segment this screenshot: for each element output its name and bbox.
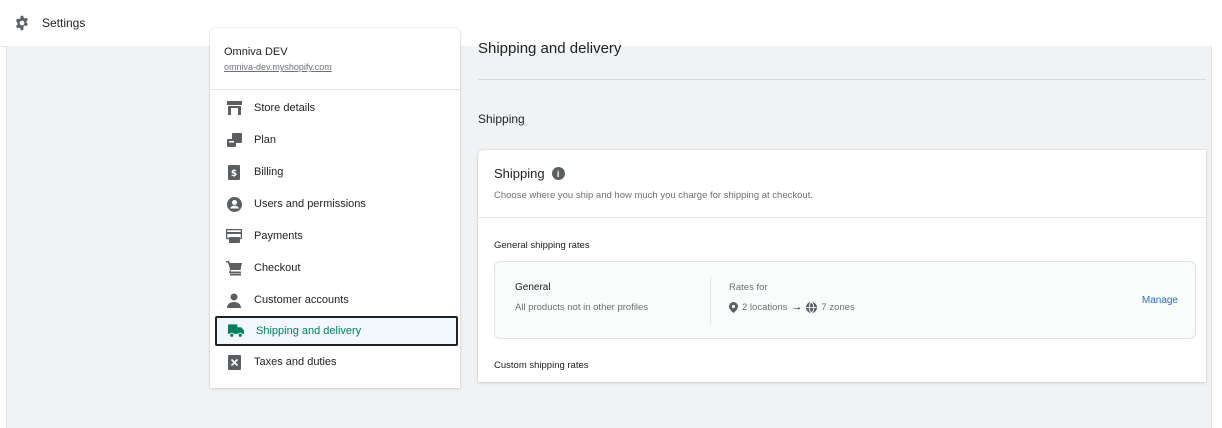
sidebar-item-billing[interactable]: $ Billing xyxy=(210,156,460,188)
store-icon xyxy=(226,100,242,116)
person-icon xyxy=(226,292,242,308)
tax-icon xyxy=(226,354,242,370)
general-rates-title: General shipping rates xyxy=(494,240,590,251)
sidebar-item-payments[interactable]: Payments xyxy=(210,220,460,252)
zones-count: 7 zones xyxy=(821,301,855,313)
general-profile-row: General All products not in other profil… xyxy=(494,261,1196,339)
store-name: Omniva DEV xyxy=(224,46,288,58)
profile-separator xyxy=(710,277,711,325)
section-title: Shipping xyxy=(478,112,525,126)
custom-rates-title: Custom shipping rates xyxy=(494,360,589,371)
info-icon[interactable]: i xyxy=(551,167,565,180)
title-divider xyxy=(478,79,1206,80)
profile-info: General All products not in other profil… xyxy=(515,282,648,313)
shipping-card: Shipping i Choose where you ship and how… xyxy=(478,150,1206,382)
sidebar-item-checkout[interactable]: Checkout xyxy=(210,252,460,284)
sidebar-item-label: Payments xyxy=(254,230,303,242)
card-header: Shipping i Choose where you ship and how… xyxy=(478,150,1206,218)
location-pin-icon xyxy=(729,301,738,313)
sidebar-item-store-details[interactable]: Store details xyxy=(210,92,460,124)
profile-description: All products not in other profiles xyxy=(515,302,649,313)
manage-link[interactable]: Manage xyxy=(1142,295,1178,306)
settings-sidebar: Omniva DEV omniva-dev.myshopify.com Stor… xyxy=(210,28,460,388)
page-title: Shipping and delivery xyxy=(478,40,622,57)
store-domain-link[interactable]: omniva-dev.myshopify.com xyxy=(224,62,446,72)
card-description: Choose where you ship and how much you c… xyxy=(494,190,813,201)
sidebar-item-label: Customer accounts xyxy=(254,294,349,306)
svg-text:$: $ xyxy=(231,169,237,179)
rates-locations-zones: 2 locations → 7 zones xyxy=(729,301,855,313)
settings-nav: Store details Plan $ Billing Users and p… xyxy=(210,90,460,378)
billing-icon: $ xyxy=(226,164,242,180)
sidebar-item-taxes-and-duties[interactable]: Taxes and duties xyxy=(210,346,460,378)
store-header: Omniva DEV omniva-dev.myshopify.com xyxy=(210,28,460,90)
gear-icon xyxy=(14,15,30,31)
sidebar-item-plan[interactable]: Plan xyxy=(210,124,460,156)
sidebar-item-label: Users and permissions xyxy=(254,198,366,210)
locations-count: 2 locations xyxy=(742,301,788,313)
payments-icon xyxy=(226,228,242,244)
sidebar-item-customer-accounts[interactable]: Customer accounts xyxy=(210,284,460,316)
sidebar-item-label: Taxes and duties xyxy=(254,356,337,368)
arrow-right-icon: → xyxy=(791,301,803,313)
user-circle-icon xyxy=(226,196,242,212)
globe-icon xyxy=(806,301,818,313)
sidebar-item-label: Plan xyxy=(254,134,277,146)
sidebar-item-label: Billing xyxy=(254,166,284,178)
card-title-text: Shipping xyxy=(494,166,545,181)
sidebar-item-label: Store details xyxy=(254,102,316,114)
plan-icon xyxy=(226,132,242,148)
card-title: Shipping i xyxy=(494,166,1190,181)
profile-rates: Rates for 2 locations → 7 zones xyxy=(729,282,855,313)
rates-for-label: Rates for xyxy=(729,282,768,293)
profile-name: General xyxy=(515,282,551,293)
page-header-title: Settings xyxy=(42,16,86,30)
sidebar-item-shipping-and-delivery[interactable]: Shipping and delivery xyxy=(215,316,458,346)
sidebar-item-users-and-permissions[interactable]: Users and permissions xyxy=(210,188,460,220)
cart-icon xyxy=(226,260,242,276)
truck-icon xyxy=(228,323,244,339)
sidebar-item-label: Shipping and delivery xyxy=(256,325,362,337)
sidebar-item-label: Checkout xyxy=(254,262,301,274)
